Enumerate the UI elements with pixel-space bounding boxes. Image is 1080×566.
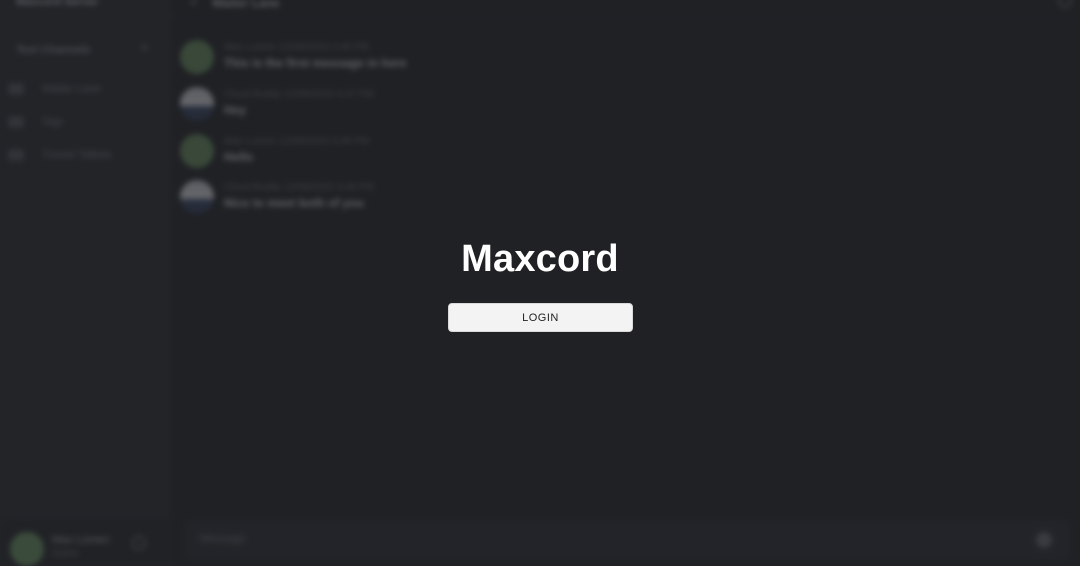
app-title: Maxcord [461,238,619,280]
app-window: Maxcord Server Text Channels + Waiter La… [0,0,1080,566]
login-button[interactable]: LOGIN [448,303,633,332]
login-screen: Maxcord LOGIN [0,0,1080,566]
